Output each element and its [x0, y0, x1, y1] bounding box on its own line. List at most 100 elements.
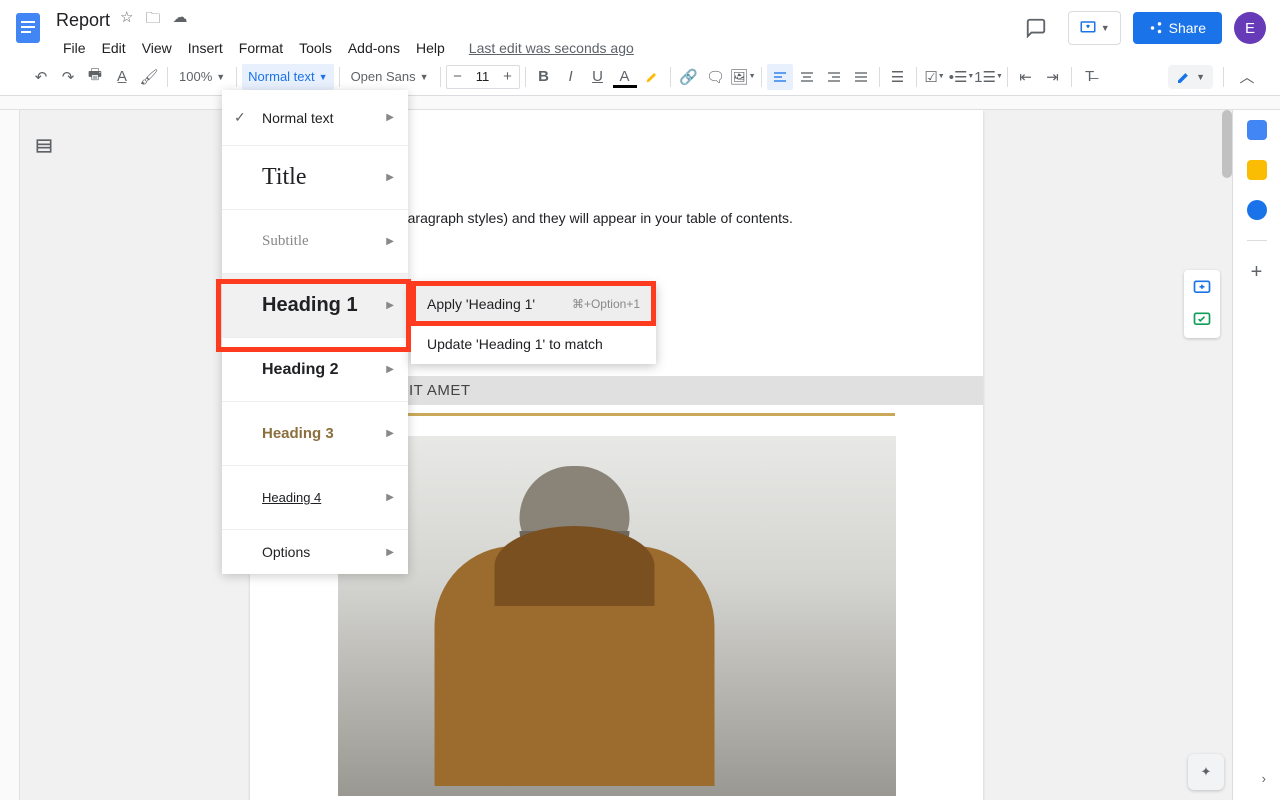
calendar-icon[interactable] [1247, 120, 1267, 140]
menu-format[interactable]: Format [232, 36, 290, 60]
document-canvas[interactable]: Format > Paragraph styles) and they will… [20, 110, 1232, 800]
comment-icon[interactable]: 🗨 [703, 64, 729, 90]
comments-icon[interactable] [1016, 8, 1056, 48]
separator [167, 67, 168, 87]
print-icon[interactable]: 🖶 [82, 64, 108, 90]
keep-icon[interactable] [1247, 160, 1267, 180]
menu-addons[interactable]: Add-ons [341, 36, 407, 60]
font-dropdown[interactable]: Open Sans▼ [345, 64, 435, 90]
redo-icon[interactable]: ↷ [55, 64, 81, 90]
apply-heading1-item[interactable]: Apply 'Heading 1' ⌘+Option+1 [411, 284, 656, 324]
share-button[interactable]: Share [1133, 12, 1222, 44]
highlight-icon[interactable] [639, 64, 665, 90]
menu-help[interactable]: Help [409, 36, 452, 60]
hide-sidepanel-icon[interactable]: › [1262, 771, 1266, 786]
decrease-font-icon[interactable]: − [447, 66, 469, 88]
submenu-arrow-icon: ▶ [386, 364, 394, 375]
menu-file[interactable]: File [56, 36, 93, 60]
add-comment-icon[interactable] [1188, 274, 1216, 302]
image-icon[interactable]: 🖼▼ [730, 64, 756, 90]
decrease-indent-icon[interactable]: ⇤ [1013, 64, 1039, 90]
present-button[interactable]: ▼ [1068, 11, 1121, 45]
update-heading1-item[interactable]: Update 'Heading 1' to match [411, 324, 656, 364]
submenu-arrow-icon: ▶ [386, 547, 394, 558]
font-size-input[interactable]: 11 [469, 69, 497, 84]
align-right-icon[interactable] [821, 64, 847, 90]
submenu-arrow-icon: ▶ [386, 112, 394, 123]
style-item-heading3[interactable]: Heading 3 ▶ [222, 402, 408, 466]
style-item-heading4[interactable]: Heading 4 ▶ [222, 466, 408, 530]
menu-edit[interactable]: Edit [95, 36, 133, 60]
bold-icon[interactable]: B [531, 64, 557, 90]
separator [1007, 67, 1008, 87]
menu-view[interactable]: View [135, 36, 179, 60]
paint-format-icon[interactable]: 🖌 [136, 64, 162, 90]
outline-toggle-icon[interactable] [34, 136, 58, 160]
document-body-text[interactable]: Format > Paragraph styles) and they will… [338, 210, 895, 226]
separator [1071, 67, 1072, 87]
add-suggestion-icon[interactable] [1188, 306, 1216, 334]
bulleted-list-icon[interactable]: •☰▼ [949, 64, 975, 90]
submenu-arrow-icon: ▶ [386, 300, 394, 311]
clear-formatting-icon[interactable]: T̶ [1077, 64, 1103, 90]
heading1-submenu: Apply 'Heading 1' ⌘+Option+1 Update 'Hea… [411, 284, 656, 364]
submenu-arrow-icon: ▶ [386, 428, 394, 439]
menubar: File Edit View Insert Format Tools Add-o… [56, 36, 1016, 60]
document-title[interactable]: Report [56, 10, 110, 31]
increase-indent-icon[interactable]: ⇥ [1040, 64, 1066, 90]
paragraph-styles-dropdown[interactable]: Normal text▼ [242, 64, 333, 90]
separator [761, 67, 762, 87]
style-label: Subtitle [262, 233, 309, 250]
link-icon[interactable]: 🔗 [676, 64, 702, 90]
star-icon[interactable]: ☆ [120, 8, 133, 33]
editing-mode-dropdown[interactable]: ▼ [1168, 65, 1213, 89]
undo-icon[interactable]: ↶ [28, 64, 54, 90]
vertical-ruler[interactable] [0, 110, 20, 800]
header-bar: Report ☆ 🗀 ☁ File Edit View Insert Forma… [0, 0, 1280, 58]
style-item-heading1[interactable]: Heading 1 ▶ [222, 274, 408, 338]
paragraph-styles-menu: ✓ Normal text ▶ Title ▶ Subtitle ▶ Headi… [222, 90, 408, 574]
align-center-icon[interactable] [794, 64, 820, 90]
user-avatar[interactable]: E [1234, 12, 1266, 44]
vertical-scrollbar[interactable] [1222, 110, 1232, 670]
share-label: Share [1169, 20, 1206, 36]
align-justify-icon[interactable] [848, 64, 874, 90]
collapse-toolbar-icon[interactable]: ︿ [1234, 64, 1260, 90]
style-label: Title [262, 164, 306, 191]
explore-button[interactable]: ✦ [1188, 754, 1224, 790]
cloud-icon[interactable]: ☁ [173, 8, 188, 33]
title-area: Report ☆ 🗀 ☁ File Edit View Insert Forma… [56, 8, 1016, 60]
toolbar: ↶ ↷ 🖶 A̲ 🖌 100%▼ Normal text▼ Open Sans▼… [0, 58, 1280, 96]
align-left-icon[interactable] [767, 64, 793, 90]
text-color-icon[interactable]: A [612, 64, 638, 90]
spellcheck-icon[interactable]: A̲ [109, 64, 135, 90]
submenu-arrow-icon: ▶ [386, 172, 394, 183]
zoom-dropdown[interactable]: 100%▼ [173, 64, 231, 90]
separator [525, 67, 526, 87]
separator [339, 67, 340, 87]
move-icon[interactable]: 🗀 [145, 8, 160, 33]
menu-insert[interactable]: Insert [181, 36, 230, 60]
docs-logo-icon[interactable] [8, 8, 48, 48]
style-item-options[interactable]: Options ▶ [222, 530, 408, 574]
style-item-subtitle[interactable]: Subtitle ▶ [222, 210, 408, 274]
italic-icon[interactable]: I [558, 64, 584, 90]
submenu-label: Update 'Heading 1' to match [427, 336, 603, 352]
add-addon-icon[interactable]: + [1251, 261, 1263, 284]
underline-icon[interactable]: U [585, 64, 611, 90]
style-item-heading2[interactable]: Heading 2 ▶ [222, 338, 408, 402]
horizontal-ruler[interactable] [0, 96, 1280, 110]
style-item-title[interactable]: Title ▶ [222, 146, 408, 210]
style-item-normal[interactable]: ✓ Normal text ▶ [222, 90, 408, 146]
increase-font-icon[interactable]: + [497, 66, 519, 88]
menu-tools[interactable]: Tools [292, 36, 339, 60]
document-image[interactable] [338, 436, 896, 796]
line-spacing-icon[interactable]: ☰ [885, 64, 911, 90]
workspace: Format > Paragraph styles) and they will… [0, 110, 1280, 800]
checklist-icon[interactable]: ☑▼ [922, 64, 948, 90]
tasks-icon[interactable] [1247, 200, 1267, 220]
last-edit-link[interactable]: Last edit was seconds ago [462, 36, 641, 60]
submenu-arrow-icon: ▶ [386, 492, 394, 503]
scrollbar-thumb[interactable] [1222, 110, 1232, 178]
numbered-list-icon[interactable]: 1☰▼ [976, 64, 1002, 90]
